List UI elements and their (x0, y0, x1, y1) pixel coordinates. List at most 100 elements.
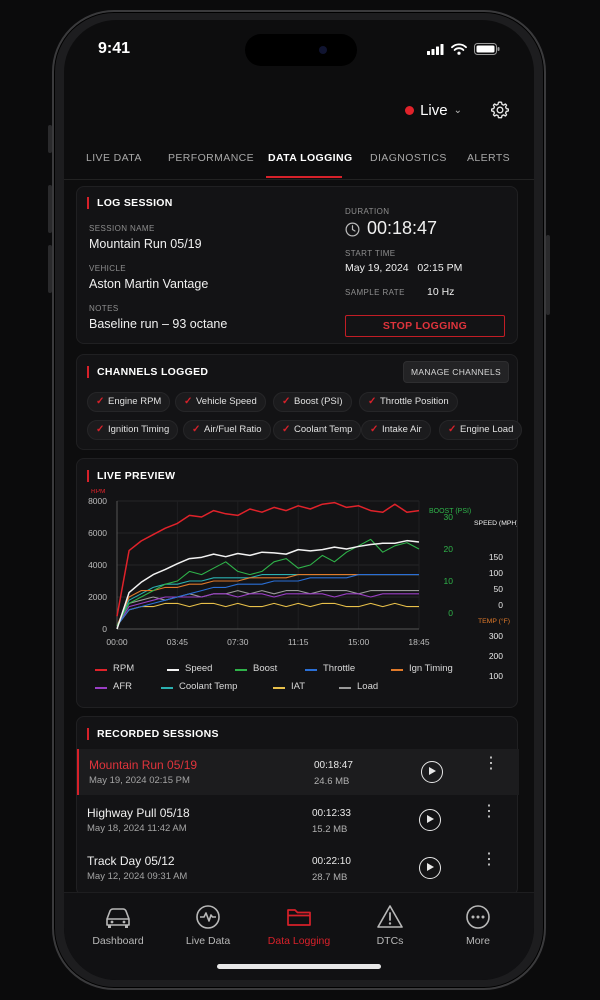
nav-dtcs[interactable]: DTCs (350, 903, 430, 947)
x-tick-label: 07:30 (227, 637, 249, 647)
temp-axis-label: TEMP (°F) (478, 617, 510, 625)
check-icon: ✓ (96, 396, 105, 407)
channel-chip-throttle-position[interactable]: ✓ Throttle Position (359, 392, 458, 412)
rpm-tick-label: 8000 (88, 496, 107, 506)
check-icon: ✓ (370, 424, 379, 435)
session-row[interactable]: Mountain Run 05/19 May 19, 2024 02:15 PM… (77, 749, 519, 795)
notes-value: Baseline run – 93 octane (89, 317, 228, 331)
play-icon[interactable] (421, 761, 443, 783)
channels-card: CHANNELS LOGGED MANAGE CHANNELS ✓ Engine … (76, 354, 523, 450)
session-name-label: SESSION NAME (89, 224, 155, 233)
live-preview-chart: 00:00 03:45 07:30 11:15 15:00 18:45RPM0200040… (88, 489, 517, 681)
more-icon (466, 905, 490, 929)
log-session-title: LOG SESSION (87, 197, 173, 209)
session-name: Track Day 05/12 (87, 854, 175, 868)
vehicle-value: Aston Martin Vantage (89, 277, 209, 291)
manage-channels-button[interactable]: MANAGE CHANNELS (403, 361, 509, 383)
channel-chip-engine-load[interactable]: ✓ Engine Load (439, 420, 523, 440)
session-size: 15.2 MB (312, 824, 348, 835)
series-line-afr (116, 593, 419, 627)
session-duration: 00:18:47 (314, 760, 353, 771)
channel-chip-intake-air[interactable]: ✓ Intake Air (361, 420, 431, 440)
session-row[interactable]: Highway Pull 05/18 May 18, 2024 11:42 AM… (77, 797, 519, 843)
signal-icon (427, 43, 444, 55)
nav-more[interactable]: More (438, 903, 518, 947)
channels-title: CHANNELS LOGGED (87, 366, 208, 378)
channel-chip-ignition-timing[interactable]: ✓ Ignition Timing (87, 420, 179, 440)
x-tick-label: 03:45 (167, 637, 189, 647)
tab-alerts[interactable]: ALERTS (467, 152, 510, 164)
tab-performance[interactable]: PERFORMANCE (168, 152, 254, 164)
temp-tick-label: 300 (489, 631, 503, 641)
live-dot-icon (405, 105, 415, 115)
legend-label: Throttle (323, 663, 356, 674)
nav-data-logging[interactable]: Data Logging (259, 903, 339, 947)
channel-chip-vehicle-speed[interactable]: ✓ Vehicle Speed (175, 392, 266, 412)
live-preview-title: LIVE PREVIEW (87, 470, 175, 482)
chip-label: Coolant Temp (294, 424, 353, 435)
session-name: Highway Pull 05/18 (87, 806, 190, 820)
channel-chip-engine-rpm[interactable]: ✓ Engine RPM (87, 392, 171, 412)
check-icon: ✓ (282, 424, 291, 435)
pulse-icon (196, 905, 220, 929)
more-vertical-icon[interactable]: ⋮ (481, 852, 497, 868)
vehicle-label: VEHICLE (89, 264, 127, 273)
live-status-dropdown[interactable]: Live ⌄ (405, 102, 462, 119)
channel-chip-boost[interactable]: ✓ Boost (PSI) (273, 392, 352, 412)
chip-label: Engine RPM (108, 396, 162, 407)
speed-tick-label: 0 (498, 600, 503, 610)
session-date: May 12, 2024 09:31 AM (87, 871, 188, 882)
chip-label: Vehicle Speed (196, 396, 257, 407)
legend-swatch (235, 669, 247, 671)
legend-swatch (95, 669, 107, 671)
car-icon (106, 908, 130, 928)
more-vertical-icon[interactable]: ⋮ (481, 804, 497, 820)
play-icon[interactable] (419, 857, 441, 879)
tab-data-logging[interactable]: DATA LOGGING (268, 152, 353, 164)
temp-tick-label: 200 (489, 651, 503, 661)
duration-value: 00:18:47 (367, 218, 438, 238)
channel-chip-air-fuel-ratio[interactable]: ✓ Air/Fuel Ratio (183, 420, 271, 440)
session-date: May 18, 2024 11:42 AM (87, 823, 187, 834)
boost-tick-label: 20 (444, 544, 454, 554)
notes-label: NOTES (89, 304, 119, 313)
recorded-sessions-title: RECORDED SESSIONS (87, 728, 219, 740)
rpm-axis-label: RPM (91, 489, 105, 495)
nav-dashboard[interactable]: Dashboard (78, 903, 158, 947)
play-icon[interactable] (419, 809, 441, 831)
speed-tick-label: 50 (494, 584, 504, 594)
sample-rate-value: 10 Hz (427, 286, 455, 298)
tab-live-data[interactable]: LIVE DATA (86, 152, 142, 164)
legend-swatch (305, 669, 317, 671)
channel-chip-coolant-temp[interactable]: ✓ Coolant Temp (273, 420, 362, 440)
legend-label: AFR (113, 681, 132, 692)
check-icon: ✓ (96, 424, 105, 435)
nav-data-logging-label: Data Logging (267, 935, 331, 947)
speed-tick-label: 100 (489, 568, 503, 578)
active-tab-indicator (266, 176, 342, 178)
chevron-down-icon: ⌄ (453, 104, 462, 116)
stop-logging-button[interactable]: STOP LOGGING (345, 315, 505, 337)
check-icon: ✓ (184, 396, 193, 407)
boost-tick-label: 10 (444, 576, 454, 586)
nav-live-data[interactable]: Live Data (168, 903, 248, 947)
series-line-throttle (116, 574, 419, 627)
settings-gear-icon[interactable] (490, 100, 510, 120)
log-session-card: LOG SESSION SESSION NAME Mountain Run 05… (76, 186, 518, 344)
tab-bar: LIVE DATA PERFORMANCE DATA LOGGING DIAGN… (64, 152, 534, 180)
chip-label: Air/Fuel Ratio (204, 424, 262, 435)
tab-diagnostics[interactable]: DIAGNOSTICS (370, 152, 447, 164)
wifi-icon (451, 43, 467, 55)
session-row[interactable]: Track Day 05/12 May 12, 2024 09:31 AM 00… (77, 845, 519, 891)
legend-swatch (273, 687, 285, 689)
legend-label: Load (357, 681, 379, 692)
legend-swatch (95, 687, 107, 689)
legend-swatch (161, 687, 173, 689)
legend-label: Speed (185, 663, 213, 674)
x-tick-label: 00:00 (106, 637, 128, 647)
more-vertical-icon[interactable]: ⋮ (483, 756, 499, 772)
legend-label: Coolant Temp (179, 681, 238, 692)
chip-label: Intake Air (382, 424, 422, 435)
start-time-label: START TIME (345, 249, 396, 258)
clock-icon (345, 222, 360, 237)
